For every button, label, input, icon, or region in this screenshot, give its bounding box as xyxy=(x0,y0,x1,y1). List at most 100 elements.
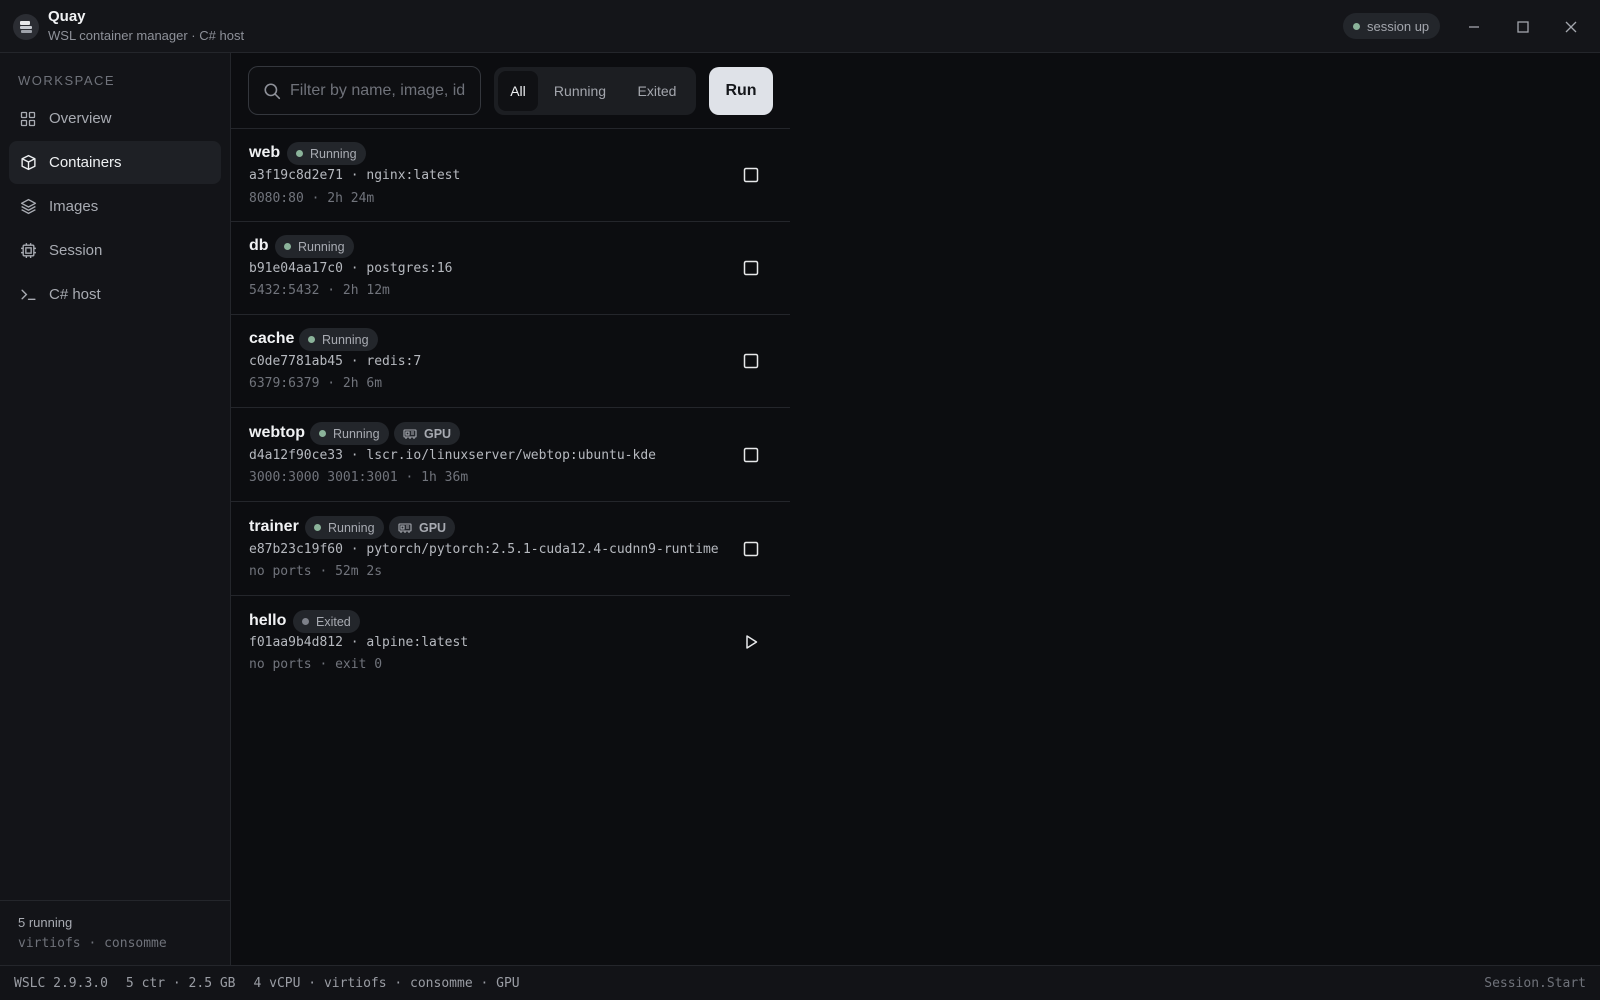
container-id-image: e87b23c19f60 · pytorch/pytorch:2.5.1-cud… xyxy=(249,542,719,557)
sidebar-item-label: C# host xyxy=(49,286,101,303)
exited-dot-icon xyxy=(302,618,309,625)
container-name: webtop xyxy=(249,424,305,441)
wslc-version: WSLC 2.9.3.0 xyxy=(14,975,108,991)
container-row-webtop[interactable]: webtop Running GPU d4a12f90ce33 · lscr.i… xyxy=(231,407,790,501)
sidebar-item-containers[interactable]: Containers xyxy=(9,141,221,184)
filter-exited-button[interactable]: Exited xyxy=(622,71,692,111)
run-button[interactable]: Run xyxy=(709,67,773,115)
stop-button[interactable] xyxy=(739,443,763,467)
container-meta: no ports · 52m 2s xyxy=(249,564,383,579)
container-row-web[interactable]: web Running a3f19c8d2e71 · nginx:latest … xyxy=(231,128,790,221)
session-status-label: session up xyxy=(1367,18,1430,34)
status-label: Running xyxy=(298,239,345,254)
resource-summary: 4 vCPU · virtiofs · consomme · GPU xyxy=(253,975,520,991)
sidebar-item-label: Session xyxy=(49,242,103,259)
container-image: lscr.io/linuxserver/webtop:ubuntu-kde xyxy=(366,448,656,463)
container-row-hello[interactable]: hello Exited f01aa9b4d812 · alpine:lates… xyxy=(231,595,790,689)
container-id-image: a3f19c8d2e71 · nginx:latest xyxy=(249,168,461,183)
stop-icon xyxy=(743,353,759,369)
container-row-db[interactable]: db Running b91e04aa17c0 · postgres:16 54… xyxy=(231,221,790,314)
stop-icon xyxy=(743,447,759,463)
container-image: redis:7 xyxy=(366,354,422,369)
stop-button[interactable] xyxy=(739,537,763,561)
gpu-badge: GPU xyxy=(389,516,456,539)
container-id-image: c0de7781ab45 · redis:7 xyxy=(249,354,422,369)
container-meta: 6379:6379 · 2h 6m xyxy=(249,376,383,391)
status-badge: Running xyxy=(287,142,366,165)
start-button[interactable] xyxy=(739,630,763,654)
container-id: a3f19c8d2e71 xyxy=(249,168,343,183)
container-image: pytorch/pytorch:2.5.1-cuda12.4-cudnn9-ru… xyxy=(366,542,719,557)
sidebar-item-session[interactable]: Session xyxy=(9,229,221,272)
container-id: e87b23c19f60 xyxy=(249,542,343,557)
gpu-label: GPU xyxy=(419,520,447,535)
status-badge: Exited xyxy=(293,610,360,633)
container-meta: 8080:80 · 2h 24m xyxy=(249,191,375,206)
container-row-cache[interactable]: cache Running c0de7781ab45 · redis:7 637… xyxy=(231,314,790,407)
stop-button[interactable] xyxy=(739,163,763,187)
grid-icon xyxy=(19,110,37,128)
container-id: f01aa9b4d812 xyxy=(249,635,343,650)
container-list: web Running a3f19c8d2e71 · nginx:latest … xyxy=(231,128,790,689)
title-bar: Quay WSL container manager · C# host ses… xyxy=(0,0,1600,53)
stop-icon xyxy=(743,541,759,557)
running-dot-icon xyxy=(284,243,291,250)
app-subtitle: WSL container manager · C# host xyxy=(48,28,245,43)
usage-summary: 5 ctr · 2.5 GB xyxy=(125,975,236,991)
gpu-icon xyxy=(403,428,417,439)
sidebar-section-label: WORKSPACE xyxy=(18,73,116,88)
container-meta: no ports · exit 0 xyxy=(249,657,383,672)
sidebar-item-csharp-host[interactable]: C# host xyxy=(9,273,221,316)
container-id: d4a12f90ce33 xyxy=(249,448,343,463)
running-dot-icon xyxy=(314,524,321,531)
container-image: alpine:latest xyxy=(366,635,469,650)
layers-icon xyxy=(19,198,37,216)
container-id-image: d4a12f90ce33 · lscr.io/linuxserver/webto… xyxy=(249,448,656,463)
status-label: Running xyxy=(322,332,369,347)
sidebar-item-label: Images xyxy=(49,198,99,215)
status-label: Exited xyxy=(316,614,351,629)
stop-button[interactable] xyxy=(739,349,763,373)
minimize-button[interactable] xyxy=(1460,13,1488,41)
search-box[interactable] xyxy=(248,66,481,115)
container-id-image: f01aa9b4d812 · alpine:latest xyxy=(249,635,469,650)
container-image: nginx:latest xyxy=(366,168,461,183)
filter-running-button[interactable]: Running xyxy=(542,71,618,111)
app-logo-icon xyxy=(13,14,39,40)
stop-button[interactable] xyxy=(739,256,763,280)
minimize-icon xyxy=(1469,26,1479,28)
sidebar-footer-details: virtiofs · consomme xyxy=(18,936,167,951)
running-count: 5 running xyxy=(18,915,73,930)
running-dot-icon xyxy=(296,150,303,157)
app-title: Quay xyxy=(48,8,86,25)
status-label: Running xyxy=(328,520,375,535)
container-image: postgres:16 xyxy=(366,261,453,276)
container-name: hello xyxy=(249,612,287,629)
search-input[interactable] xyxy=(290,81,470,100)
status-badge: Running xyxy=(299,328,378,351)
status-badge: Running xyxy=(310,422,389,445)
play-icon xyxy=(746,635,758,649)
container-meta: 5432:5432 · 2h 12m xyxy=(249,283,390,298)
sidebar-item-label: Containers xyxy=(49,154,122,171)
stop-icon xyxy=(743,260,759,276)
session-status-badge: session up xyxy=(1343,13,1440,39)
sidebar-item-images[interactable]: Images xyxy=(9,185,221,228)
session-event: Session.Start xyxy=(1484,975,1586,991)
filter-all-button[interactable]: All xyxy=(498,71,538,111)
container-id: b91e04aa17c0 xyxy=(249,261,343,276)
gpu-label: GPU xyxy=(424,426,452,441)
maximize-button[interactable] xyxy=(1509,13,1537,41)
container-id: c0de7781ab45 xyxy=(249,354,343,369)
container-name: db xyxy=(249,237,269,254)
cube-icon xyxy=(19,154,37,172)
close-button[interactable] xyxy=(1557,13,1585,41)
container-row-trainer[interactable]: trainer Running GPU e87b23c19f60 · pytor… xyxy=(231,501,790,595)
sidebar-item-overview[interactable]: Overview xyxy=(9,97,221,140)
container-name: cache xyxy=(249,330,295,347)
running-dot-icon xyxy=(308,336,315,343)
container-id-image: b91e04aa17c0 · postgres:16 xyxy=(249,261,453,276)
stop-icon xyxy=(743,167,759,183)
sidebar-footer: 5 running virtiofs · consomme xyxy=(0,900,230,965)
chip-icon xyxy=(19,242,37,260)
